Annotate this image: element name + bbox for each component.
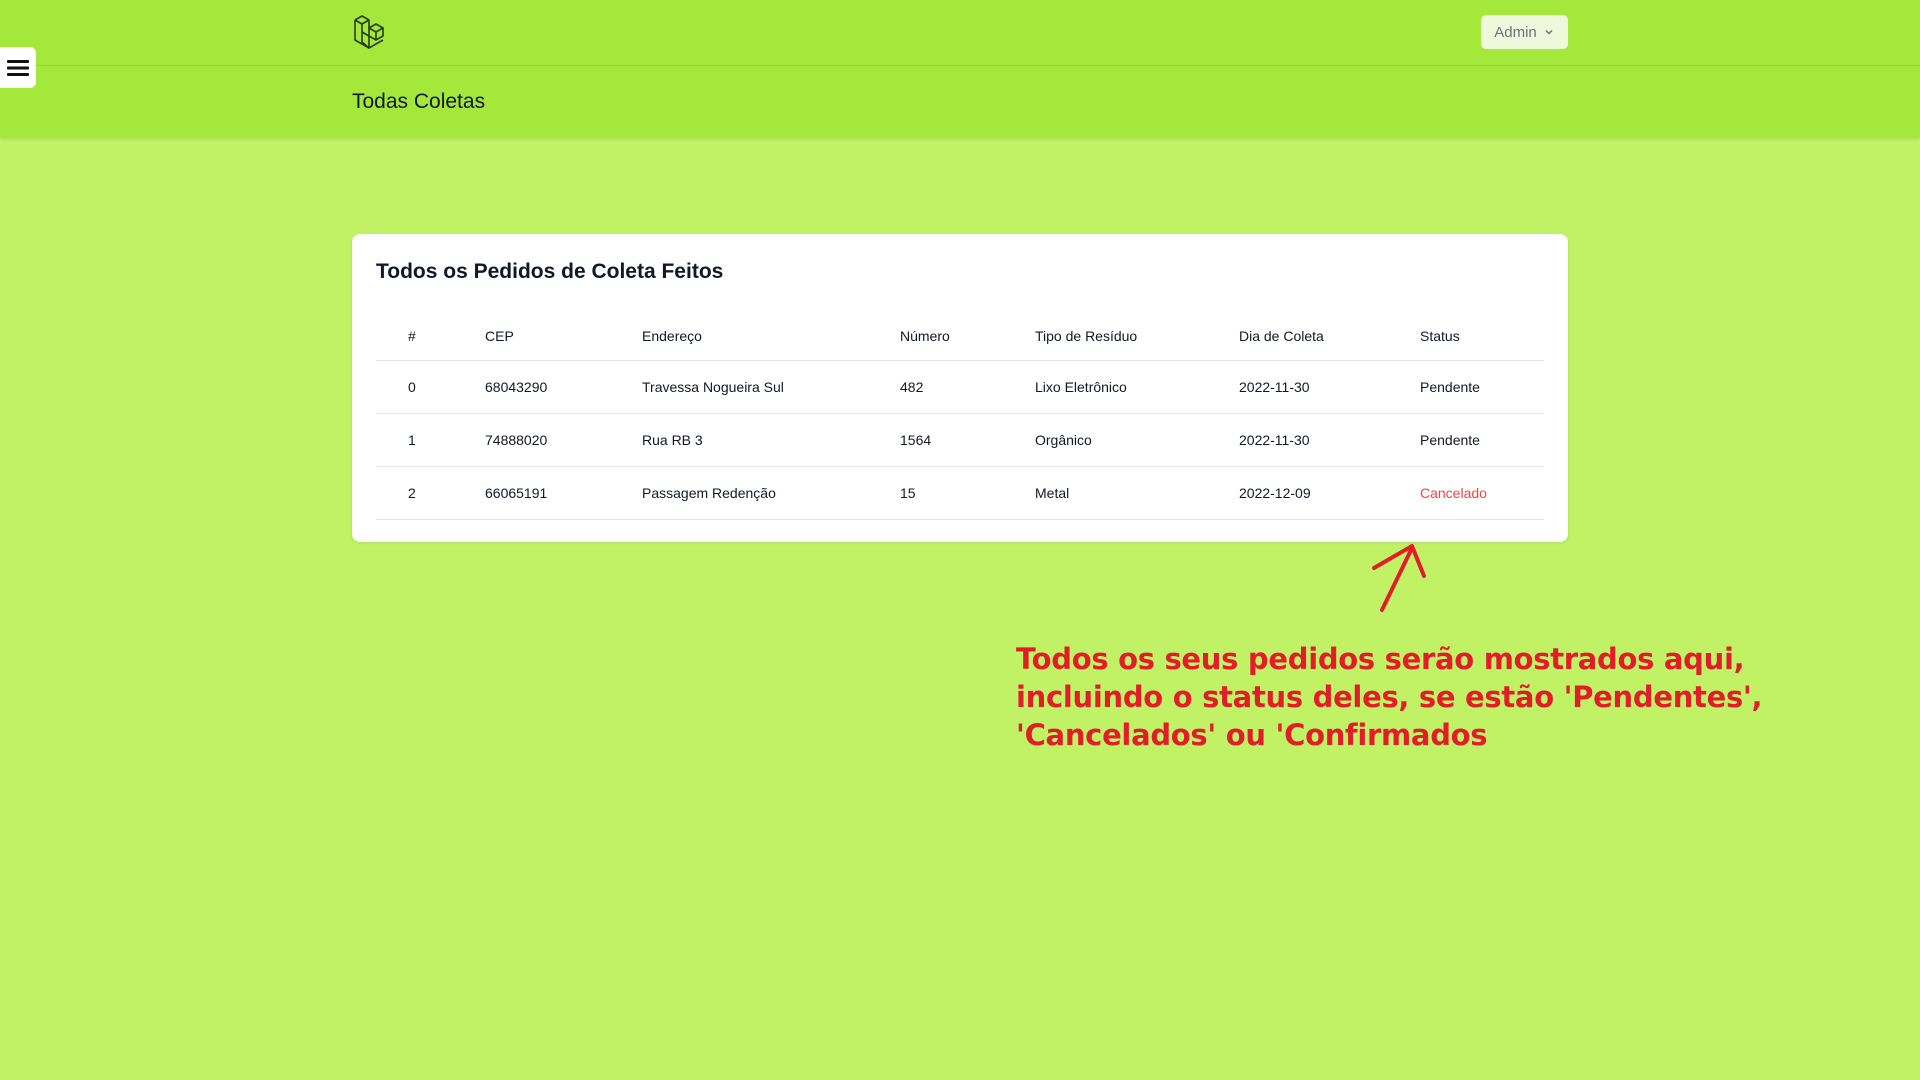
card-title: Todos os Pedidos de Coleta Feitos xyxy=(376,260,724,283)
column-header-address: Endereço xyxy=(642,312,900,361)
annotation-arrow-icon xyxy=(1372,544,1426,612)
annotation-line: Todos os seus pedidos serão mostrados aq… xyxy=(1016,642,1745,676)
table-row: 1 74888020 Rua RB 3 1564 Orgânico 2022-1… xyxy=(376,413,1544,467)
cell-status: Pendente xyxy=(1420,413,1544,467)
column-header-cep: CEP xyxy=(485,312,642,361)
table-header-row: # CEP Endereço Número Tipo de Resíduo Di… xyxy=(376,312,1544,361)
cell-address: Travessa Nogueira Sul xyxy=(642,360,900,414)
page-header: Todas Coletas xyxy=(0,66,1920,138)
user-menu-label: Admin xyxy=(1494,23,1537,41)
cell-number: 482 xyxy=(900,360,1035,414)
cell-index: 2 xyxy=(376,466,485,520)
column-header-number: Número xyxy=(900,312,1035,361)
cell-index: 0 xyxy=(376,360,485,414)
annotation-line: 'Cancelados' ou 'Confirmados xyxy=(1016,718,1488,752)
cell-status: Cancelado xyxy=(1420,466,1544,520)
cell-waste-type: Lixo Eletrônico xyxy=(1035,360,1239,414)
cell-collection-day: 2022-12-09 xyxy=(1239,466,1420,520)
hamburger-menu-button[interactable] xyxy=(0,47,36,88)
cell-cep: 74888020 xyxy=(485,413,642,467)
column-header-status: Status xyxy=(1420,312,1544,361)
annotation-text: Todos os seus pedidos serão mostrados aq… xyxy=(1016,640,1763,754)
orders-table: # CEP Endereço Número Tipo de Resíduo Di… xyxy=(376,312,1544,520)
hamburger-menu-icon xyxy=(7,59,29,76)
column-header-collection-day: Dia de Coleta xyxy=(1239,312,1420,361)
annotation-line: incluindo o status deles, se estão 'Pend… xyxy=(1016,680,1763,714)
top-navbar: Admin xyxy=(0,0,1920,66)
user-menu-button[interactable]: Admin xyxy=(1481,15,1568,49)
table-row: 2 66065191 Passagem Redenção 15 Metal 20… xyxy=(376,466,1544,520)
laravel-logo-icon[interactable] xyxy=(352,14,390,50)
page-title: Todas Coletas xyxy=(352,90,486,113)
cell-number: 15 xyxy=(900,466,1035,520)
orders-card: Todos os Pedidos de Coleta Feitos # CEP … xyxy=(352,234,1568,542)
column-header-index: # xyxy=(376,312,485,361)
cell-cep: 66065191 xyxy=(485,466,642,520)
cell-index: 1 xyxy=(376,413,485,467)
cell-address: Rua RB 3 xyxy=(642,413,900,467)
table-row: 0 68043290 Travessa Nogueira Sul 482 Lix… xyxy=(376,360,1544,414)
cell-number: 1564 xyxy=(900,413,1035,467)
chevron-down-icon xyxy=(1545,29,1553,35)
column-header-waste-type: Tipo de Resíduo xyxy=(1035,312,1239,361)
cell-collection-day: 2022-11-30 xyxy=(1239,360,1420,414)
cell-cep: 68043290 xyxy=(485,360,642,414)
cell-address: Passagem Redenção xyxy=(642,466,900,520)
cell-waste-type: Orgânico xyxy=(1035,413,1239,467)
cell-collection-day: 2022-11-30 xyxy=(1239,413,1420,467)
cell-waste-type: Metal xyxy=(1035,466,1239,520)
cell-status: Pendente xyxy=(1420,360,1544,414)
